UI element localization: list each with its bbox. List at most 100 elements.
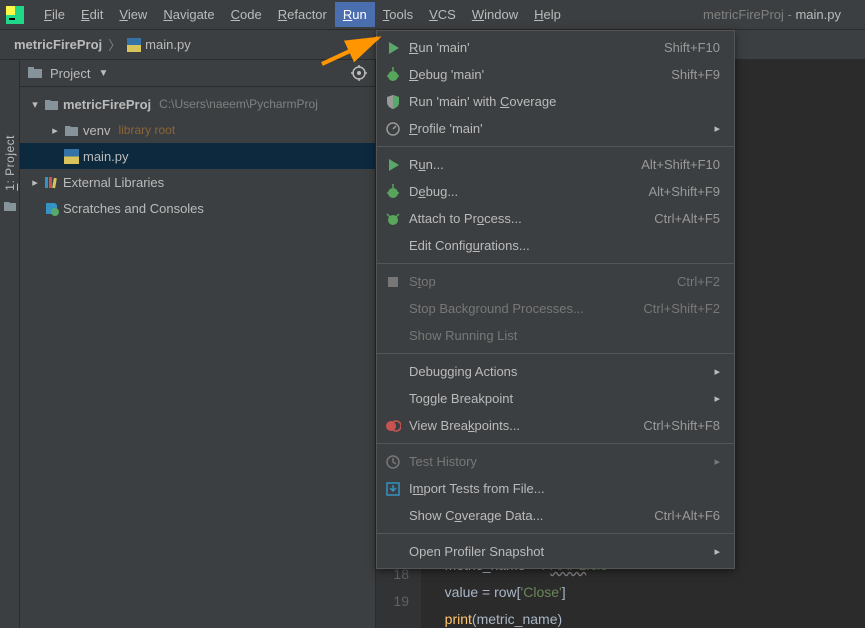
run-menu-item-20[interactable]: Show Coverage Data... Ctrl+Alt+F6 bbox=[377, 502, 734, 529]
breadcrumb-project[interactable]: metricFireProj bbox=[14, 37, 102, 52]
bug-icon bbox=[385, 67, 401, 83]
submenu-arrow-icon: ▸ bbox=[714, 122, 720, 135]
run-menu-item-label: View Breakpoints... bbox=[409, 418, 635, 433]
run-menu-item-label: Open Profiler Snapshot bbox=[409, 544, 706, 559]
tree-root-label: metricFireProj bbox=[63, 97, 151, 112]
menu-separator bbox=[377, 353, 734, 354]
menu-edit[interactable]: Edit bbox=[73, 2, 111, 27]
menu-view[interactable]: View bbox=[111, 2, 155, 27]
window-title: metricFireProj - main.py bbox=[703, 7, 841, 22]
project-tool-window: Project ▼ ▾ metricFireProj C:\Users\naee… bbox=[20, 60, 376, 628]
run-menu-item-label: Debugging Actions bbox=[409, 364, 706, 379]
run-menu-item-2[interactable]: Run 'main' with Coverage bbox=[377, 88, 734, 115]
breadcrumb-file-label: main.py bbox=[145, 37, 191, 52]
run-menu-item-10: Stop Ctrl+F2 bbox=[377, 268, 734, 295]
menu-shortcut: Shift+F9 bbox=[671, 67, 720, 82]
run-menu-item-label: Import Tests from File... bbox=[409, 481, 720, 496]
run-menu-item-label: Debug 'main' bbox=[409, 67, 663, 82]
locate-target-icon[interactable] bbox=[351, 65, 367, 81]
left-tool-stripe: 1: Project bbox=[0, 60, 20, 628]
stop-dis-icon bbox=[385, 274, 401, 290]
expand-arrow-icon[interactable]: ▸ bbox=[50, 124, 60, 137]
run-menu-item-label: Run 'main' with Coverage bbox=[409, 94, 720, 109]
tree-root-path: C:\Users\naeem\PycharmProj bbox=[159, 97, 318, 111]
run-menu-item-22[interactable]: Open Profiler Snapshot▸ bbox=[377, 538, 734, 565]
menu-shortcut: Ctrl+Alt+F6 bbox=[654, 508, 720, 523]
python-file-icon bbox=[127, 38, 141, 52]
run-menu-item-label: Attach to Process... bbox=[409, 211, 646, 226]
project-header-title[interactable]: Project bbox=[50, 66, 90, 81]
tree-external-libraries[interactable]: ▸ External Libraries bbox=[20, 169, 375, 195]
import-icon bbox=[385, 481, 401, 497]
menu-run[interactable]: Run bbox=[335, 2, 375, 27]
run-menu-item-label: Debug... bbox=[409, 184, 640, 199]
menu-navigate[interactable]: Navigate bbox=[155, 2, 222, 27]
menu-shortcut: Alt+Shift+F10 bbox=[641, 157, 720, 172]
run-menu-item-label: Test History bbox=[409, 454, 706, 469]
run-menu-item-label: Run 'main' bbox=[409, 40, 656, 55]
play-green-icon bbox=[385, 40, 401, 56]
pycharm-logo-icon bbox=[6, 6, 24, 24]
run-menu-item-label: Edit Configurations... bbox=[409, 238, 720, 253]
run-menu-item-0[interactable]: Run 'main'Shift+F10 bbox=[377, 34, 734, 61]
project-view-icon bbox=[28, 66, 42, 80]
tree-scratches[interactable]: Scratches and Consoles bbox=[20, 195, 375, 221]
breadcrumb-file[interactable]: main.py bbox=[127, 37, 191, 52]
project-tool-tab[interactable]: 1: Project bbox=[3, 135, 17, 191]
run-menu-item-label: Run... bbox=[409, 157, 633, 172]
menu-separator bbox=[377, 443, 734, 444]
run-menu-item-16[interactable]: View Breakpoints... Ctrl+Shift+F8 bbox=[377, 412, 734, 439]
shield-icon bbox=[385, 94, 401, 110]
tree-venv-label: venv bbox=[83, 123, 110, 138]
blank-icon bbox=[385, 544, 401, 560]
run-menu-item-1[interactable]: Debug 'main' Shift+F9 bbox=[377, 61, 734, 88]
run-menu-item-7[interactable]: Attach to Process... Ctrl+Alt+F5 bbox=[377, 205, 734, 232]
tree-main-label: main.py bbox=[83, 149, 129, 164]
folder-icon bbox=[64, 123, 79, 138]
tree-main-py[interactable]: main.py bbox=[20, 143, 375, 169]
menu-separator bbox=[377, 263, 734, 264]
project-view-dropdown-icon[interactable]: ▼ bbox=[98, 68, 108, 79]
menu-shortcut: Ctrl+F2 bbox=[677, 274, 720, 289]
menu-code[interactable]: Code bbox=[223, 2, 270, 27]
expand-arrow-icon[interactable]: ▾ bbox=[30, 98, 40, 111]
run-menu-item-label: Show Running List bbox=[409, 328, 720, 343]
submenu-arrow-icon: ▸ bbox=[714, 365, 720, 378]
menu-separator bbox=[377, 533, 734, 534]
line-number: 19 bbox=[376, 588, 409, 615]
run-menu-item-18: Test History ▸ bbox=[377, 448, 734, 475]
menu-tools[interactable]: Tools bbox=[375, 2, 421, 27]
menu-shortcut: Ctrl+Shift+F8 bbox=[643, 418, 720, 433]
run-menu-item-label: Stop Background Processes... bbox=[409, 301, 635, 316]
menu-window[interactable]: Window bbox=[464, 2, 526, 27]
run-menu-item-6[interactable]: Debug...Alt+Shift+F9 bbox=[377, 178, 734, 205]
run-menu-item-14[interactable]: Debugging Actions ▸ bbox=[377, 358, 734, 385]
blank-icon bbox=[385, 238, 401, 254]
expand-arrow-icon[interactable]: ▸ bbox=[30, 176, 40, 189]
menu-shortcut: Ctrl+Alt+F5 bbox=[654, 211, 720, 226]
tree-venv[interactable]: ▸ venv library root bbox=[20, 117, 375, 143]
tree-root[interactable]: ▾ metricFireProj C:\Users\naeem\PycharmP… bbox=[20, 91, 375, 117]
menubar: File Edit View Navigate Code Refactor Ru… bbox=[0, 0, 865, 30]
run-menu-item-3[interactable]: Profile 'main'▸ bbox=[377, 115, 734, 142]
menu-refactor[interactable]: Refactor bbox=[270, 2, 335, 27]
menu-vcs[interactable]: VCS bbox=[421, 2, 464, 27]
run-menu-dropdown: Run 'main'Shift+F10 Debug 'main' Shift+F9 R… bbox=[376, 30, 735, 569]
bug-attach-icon bbox=[385, 211, 401, 227]
submenu-arrow-icon: ▸ bbox=[714, 455, 720, 468]
run-menu-item-label: Stop bbox=[409, 274, 669, 289]
bug-icon bbox=[385, 184, 401, 200]
menu-separator bbox=[377, 146, 734, 147]
run-menu-item-label: Show Coverage Data... bbox=[409, 508, 646, 523]
run-menu-item-label: Toggle Breakpoint bbox=[409, 391, 706, 406]
run-menu-item-5[interactable]: Run... Alt+Shift+F10 bbox=[377, 151, 734, 178]
menu-file[interactable]: File bbox=[36, 2, 73, 27]
blank-icon bbox=[385, 301, 401, 317]
chevron-right-icon: 〉 bbox=[108, 35, 121, 54]
run-menu-item-8[interactable]: Edit Configurations... bbox=[377, 232, 734, 259]
run-menu-item-19[interactable]: Import Tests from File... bbox=[377, 475, 734, 502]
menu-help[interactable]: Help bbox=[526, 2, 569, 27]
run-menu-item-15[interactable]: Toggle Breakpoint▸ bbox=[377, 385, 734, 412]
folder-icon bbox=[44, 97, 59, 112]
red-dot-icon bbox=[385, 418, 401, 434]
